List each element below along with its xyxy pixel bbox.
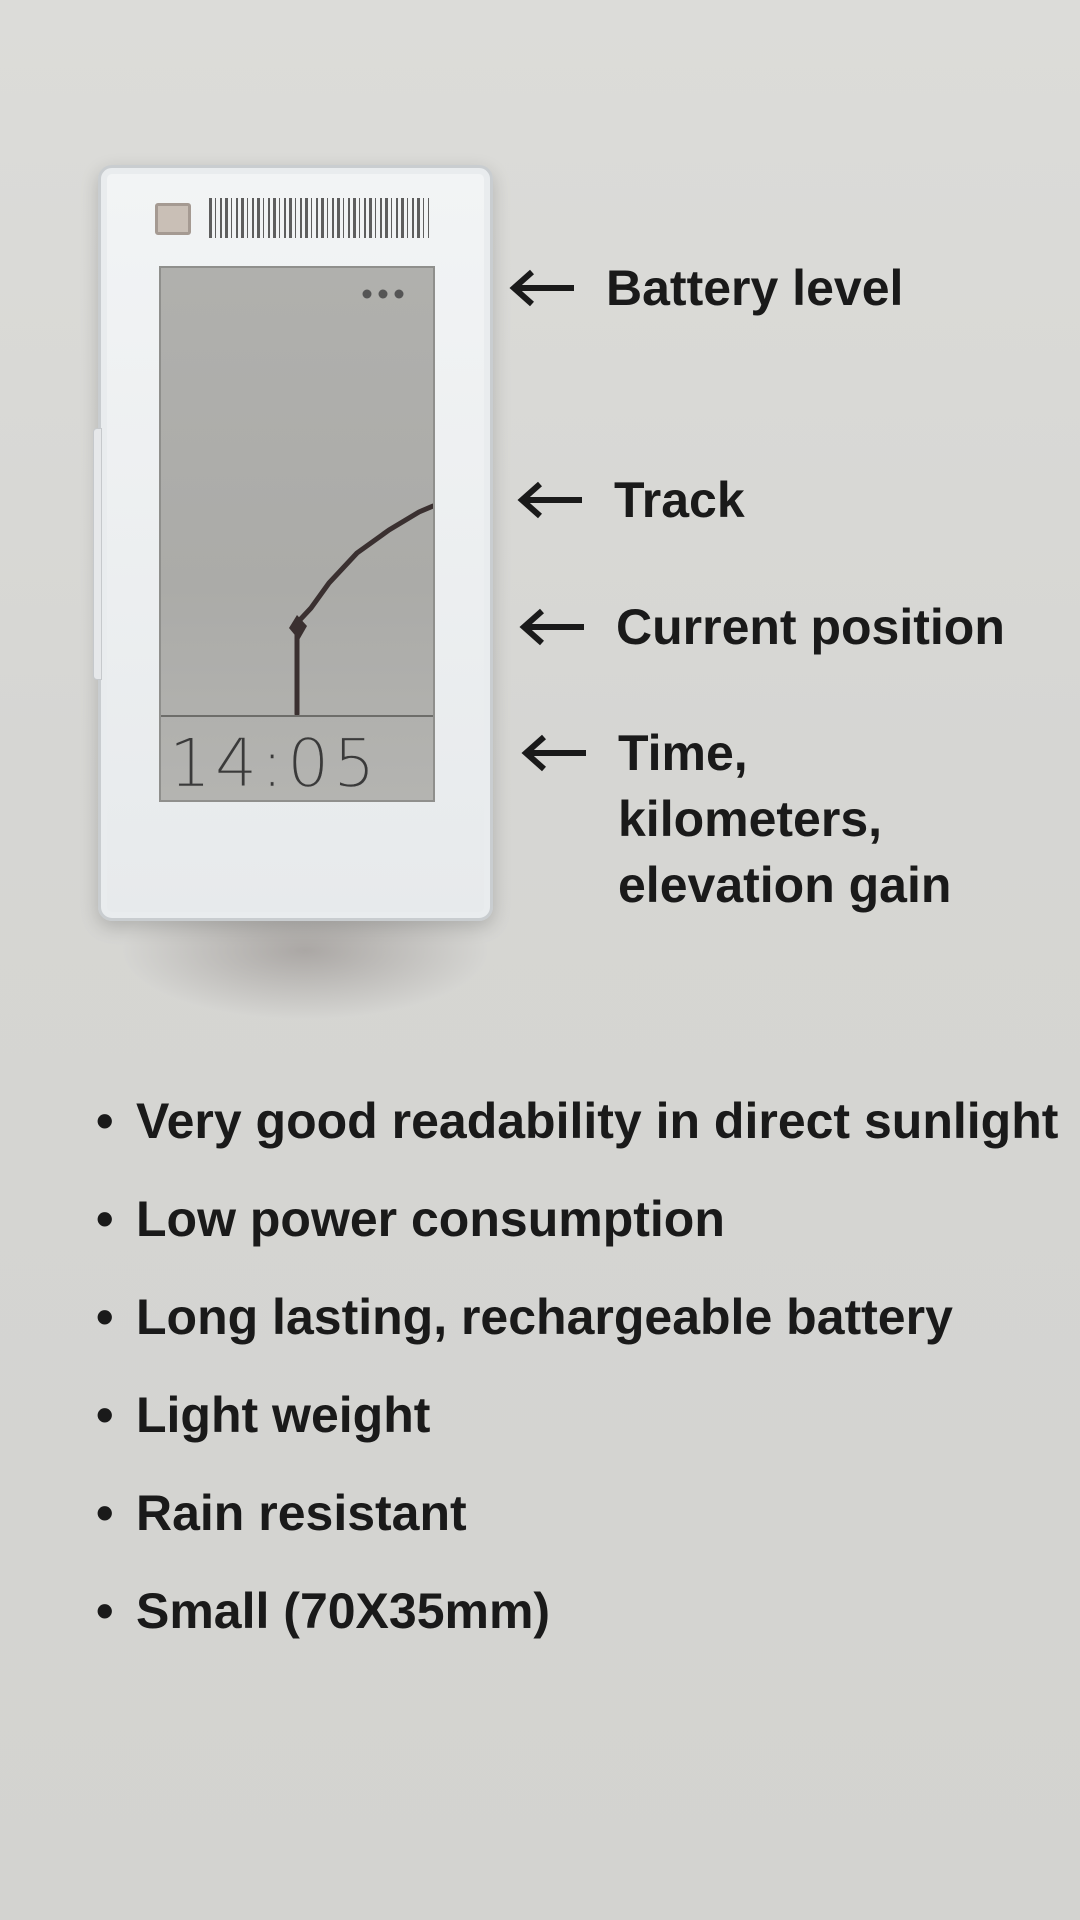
- feature-text: Low power consumption: [136, 1191, 725, 1247]
- feature-text: Light weight: [136, 1387, 431, 1443]
- barcode-label: [209, 198, 429, 238]
- bullet-icon: •: [96, 1583, 114, 1639]
- bullet-icon: •: [96, 1289, 114, 1345]
- list-item: • Long lasting, rechargeable battery: [96, 1268, 1071, 1366]
- feature-text: Rain resistant: [136, 1485, 467, 1541]
- feature-list: • Very good readability in direct sunlig…: [96, 1072, 1071, 1660]
- gps-device: 14:05: [93, 165, 493, 921]
- feature-text: Long lasting, rechargeable battery: [136, 1289, 953, 1345]
- annotation-label: Battery level: [606, 260, 904, 316]
- arrow-left-icon: [521, 734, 586, 772]
- bullet-icon: •: [96, 1093, 114, 1149]
- track-line: [294, 503, 433, 717]
- annotation-battery-level: Battery level: [508, 255, 903, 321]
- feature-text: Small (70X35mm): [136, 1583, 551, 1639]
- list-item: • Light weight: [96, 1366, 1071, 1464]
- arrow-left-icon: [519, 608, 584, 646]
- device-sticker: [155, 203, 191, 235]
- annotation-label: Time, kilometers, elevation gain: [618, 725, 952, 913]
- annotation-time-km-elevation: Time, kilometers, elevation gain: [520, 720, 951, 918]
- arrow-left-icon: [517, 481, 582, 519]
- list-item: • Rain resistant: [96, 1464, 1071, 1562]
- battery-dot: [394, 289, 404, 299]
- list-item: • Low power consumption: [96, 1170, 1071, 1268]
- bullet-icon: •: [96, 1485, 114, 1541]
- battery-level-indicator: [362, 289, 404, 299]
- bullet-icon: •: [96, 1387, 114, 1443]
- feature-text: Very good readability in direct sunlight: [136, 1093, 1059, 1149]
- annotation-label: Current position: [616, 599, 1005, 655]
- bullet-icon: •: [96, 1191, 114, 1247]
- annotation-current-position: Current position: [518, 594, 1005, 660]
- arrow-left-icon: [509, 269, 574, 307]
- annotation-label: Track: [614, 472, 745, 528]
- battery-dot: [378, 289, 388, 299]
- list-item: • Small (70X35mm): [96, 1562, 1071, 1660]
- side-button: [93, 428, 102, 680]
- list-item: • Very good readability in direct sunlig…: [96, 1072, 1071, 1170]
- screen-graphics: [161, 289, 433, 717]
- e-ink-screen: 14:05: [159, 266, 435, 802]
- time-display: 14:05: [169, 725, 380, 802]
- battery-dot: [362, 289, 372, 299]
- annotation-track: Track: [516, 467, 745, 533]
